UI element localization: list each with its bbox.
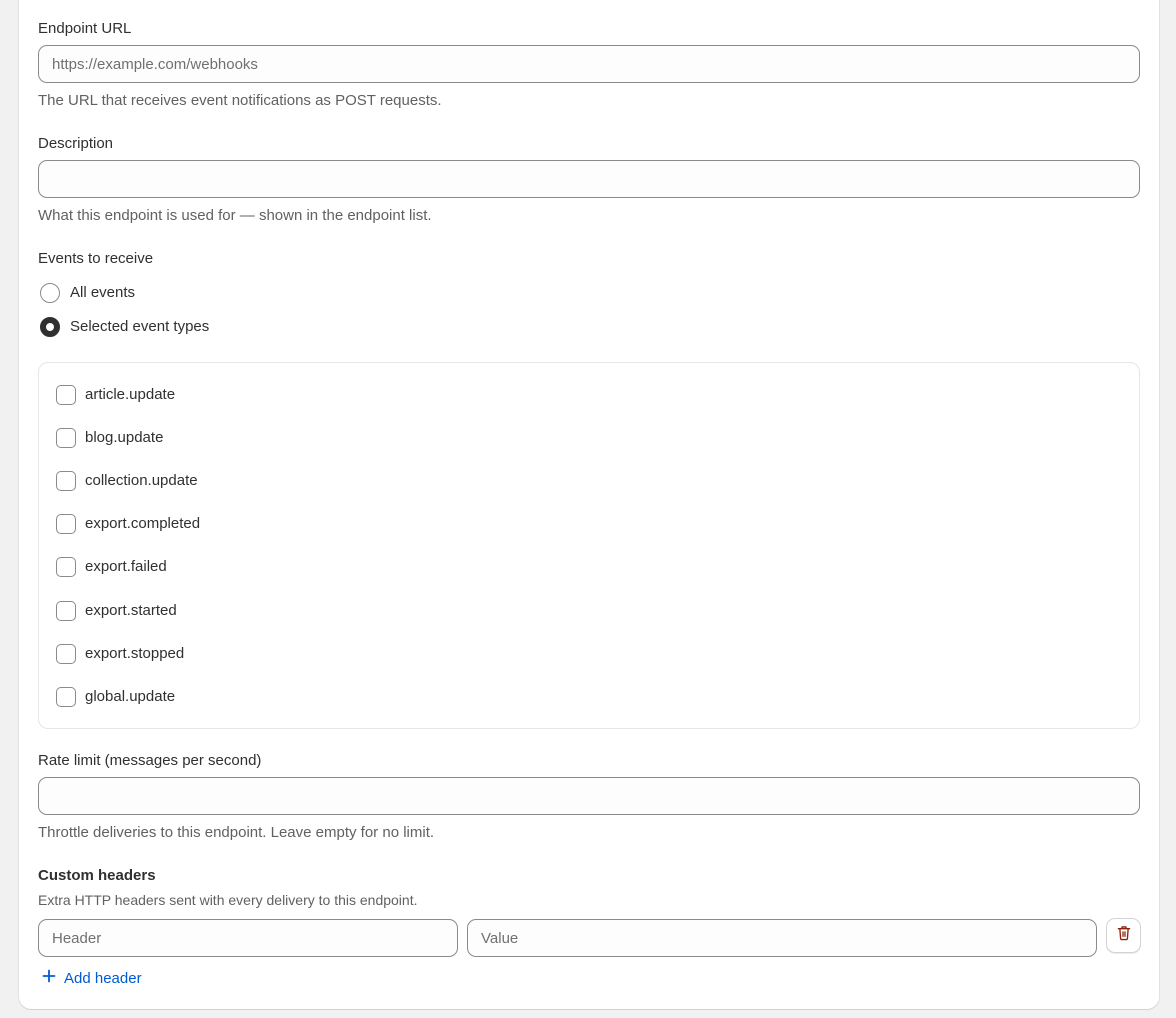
description-input[interactable]	[38, 160, 1140, 198]
checkbox-blog-update[interactable]	[56, 428, 76, 448]
endpoint-url-label: Endpoint URL	[38, 20, 132, 37]
events-label: Events to receive	[38, 250, 154, 267]
description-label: Description	[38, 135, 114, 152]
endpoint-url-input[interactable]	[38, 45, 1140, 83]
description-help: What this endpoint is used for — shown i…	[38, 207, 432, 224]
checkbox-export-started[interactable]	[56, 601, 76, 621]
plus-icon	[42, 969, 56, 987]
header-name-input[interactable]	[38, 919, 458, 957]
checkbox-collection-update[interactable]	[56, 471, 76, 491]
radio-all-events-label: All events	[70, 284, 136, 301]
checkbox-export-failed[interactable]	[56, 557, 76, 577]
checkbox-label: export.started	[85, 602, 177, 619]
rate-limit-label: Rate limit (messages per second)	[38, 752, 262, 769]
checkbox-label: article.update	[85, 386, 176, 403]
event-types-list: article.update blog.update collection.up…	[38, 362, 1140, 729]
radio-selected-event-types-label: Selected event types	[70, 318, 210, 335]
add-header-button[interactable]: Add header	[42, 969, 142, 987]
checkbox-export-completed[interactable]	[56, 514, 76, 534]
checkbox-global-update[interactable]	[56, 687, 76, 707]
custom-headers-heading: Custom headers	[38, 867, 156, 884]
checkbox-article-update[interactable]	[56, 385, 76, 405]
delete-header-button[interactable]	[1106, 918, 1141, 953]
trash-icon	[1115, 924, 1133, 947]
checkbox-label: export.stopped	[85, 645, 185, 662]
checkbox-label: global.update	[85, 688, 176, 705]
checkbox-label: export.failed	[85, 558, 167, 575]
checkbox-label: export.completed	[85, 515, 201, 532]
radio-selected-event-types[interactable]	[40, 317, 60, 337]
header-value-input[interactable]	[467, 919, 1097, 957]
checkbox-export-stopped[interactable]	[56, 644, 76, 664]
radio-all-events[interactable]	[40, 283, 60, 303]
checkbox-label: blog.update	[85, 429, 164, 446]
rate-limit-input[interactable]	[38, 777, 1140, 815]
rate-limit-help: Throttle deliveries to this endpoint. Le…	[38, 824, 435, 841]
endpoint-url-help: The URL that receives event notification…	[38, 92, 442, 109]
custom-headers-help: Extra HTTP headers sent with every deliv…	[38, 892, 418, 908]
add-header-label: Add header	[64, 969, 142, 987]
checkbox-label: collection.update	[85, 472, 198, 489]
